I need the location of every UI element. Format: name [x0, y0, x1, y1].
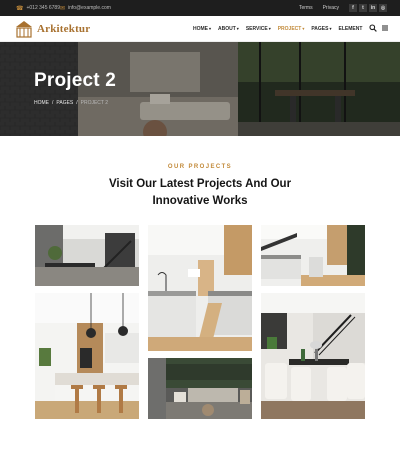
- nav-item-project[interactable]: PROJECT▾: [278, 26, 305, 32]
- logo-mark-icon: [16, 21, 32, 38]
- breadcrumb: HOME / PAGES / PROJECT 2: [34, 100, 108, 106]
- project-image-3[interactable]: [148, 225, 252, 351]
- hamburger-menu-icon[interactable]: [381, 24, 389, 32]
- nav-label: ELEMENT: [338, 26, 363, 32]
- phone-text: +012 345 6789: [26, 5, 60, 11]
- nav-item-pages[interactable]: PAGES▾: [311, 26, 331, 32]
- project-image-5[interactable]: [261, 225, 365, 286]
- facebook-icon[interactable]: f: [349, 4, 357, 12]
- chevron-down-icon: ▾: [302, 26, 305, 31]
- page-title: Project 2: [34, 70, 117, 91]
- email-text: info@example.com: [68, 5, 111, 11]
- chevron-down-icon: ▾: [209, 26, 212, 31]
- twitter-icon[interactable]: t: [359, 4, 367, 12]
- main-nav: HOME▾ ABOUT▾ SERVICE▾ PROJECT▾ PAGES▾ EL…: [193, 16, 362, 42]
- nav-label: PROJECT: [277, 26, 302, 32]
- breadcrumb-separator: /: [76, 100, 78, 106]
- project-image-4[interactable]: [148, 358, 252, 419]
- project-image-2[interactable]: [35, 293, 139, 419]
- instagram-icon[interactable]: ◎: [379, 4, 387, 12]
- nav-label: ABOUT: [218, 26, 236, 32]
- privacy-link[interactable]: Privacy: [323, 5, 339, 11]
- section-heading-line2: Innovative Works: [152, 195, 248, 207]
- chevron-down-icon: ▾: [236, 26, 239, 31]
- breadcrumb-home[interactable]: HOME: [34, 100, 49, 106]
- section-heading-line1: Visit Our Latest Projects And Our: [108, 178, 292, 190]
- nav-label: SERVICE: [245, 26, 268, 32]
- chevron-down-icon: ▾: [268, 26, 271, 31]
- breadcrumb-pages[interactable]: PAGES: [56, 100, 73, 106]
- section-eyebrow: OUR PROJECTS: [167, 164, 233, 170]
- top-bar: ☎ +012 345 6789 ✉ info@example.com Terms…: [0, 0, 400, 16]
- site-logo[interactable]: Arkitektur: [15, 20, 90, 38]
- nav-item-home[interactable]: HOME▾: [193, 26, 211, 32]
- page-hero: Project 2 HOME / PAGES / PROJECT 2: [0, 42, 400, 136]
- project-image-6[interactable]: [261, 293, 365, 419]
- social-links: f t in ◎: [349, 4, 387, 12]
- logo-text: Arkitektur: [37, 23, 91, 35]
- envelope-icon: ✉: [60, 5, 66, 12]
- terms-link[interactable]: Terms: [299, 5, 313, 11]
- project-image-1[interactable]: [35, 225, 139, 286]
- chevron-down-icon: ▾: [329, 26, 332, 31]
- breadcrumb-separator: /: [52, 100, 54, 106]
- linkedin-icon[interactable]: in: [369, 4, 377, 12]
- nav-item-element[interactable]: ELEMENT: [339, 26, 363, 32]
- topbar-phone[interactable]: ☎ +012 345 6789: [16, 0, 60, 16]
- topbar-email[interactable]: ✉ info@example.com: [60, 0, 111, 16]
- main-header: Arkitektur HOME▾ ABOUT▾ SERVICE▾ PROJECT…: [0, 16, 400, 42]
- phone-icon: ☎: [16, 5, 24, 12]
- nav-item-service[interactable]: SERVICE▾: [246, 26, 271, 32]
- breadcrumb-current: PROJECT 2: [80, 100, 109, 106]
- section-heading: Visit Our Latest Projects And Our Innova…: [0, 176, 400, 210]
- nav-item-about[interactable]: ABOUT▾: [218, 26, 239, 32]
- topbar-links: Terms Privacy: [299, 0, 339, 16]
- nav-label: HOME: [193, 26, 208, 32]
- nav-label: PAGES: [311, 26, 329, 32]
- search-icon[interactable]: [369, 24, 377, 32]
